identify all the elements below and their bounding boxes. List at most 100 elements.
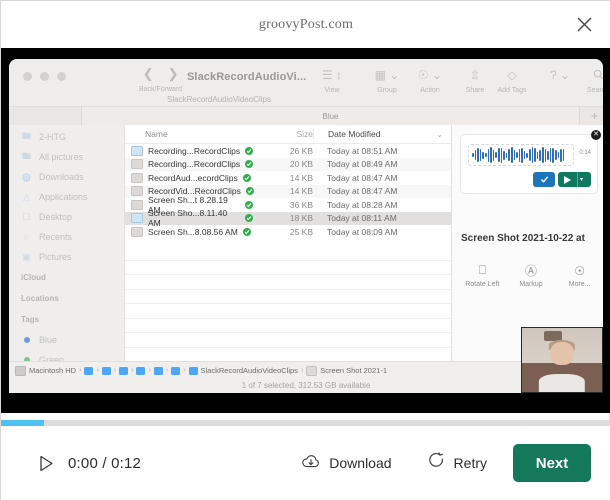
breadcrumb-separator: › bbox=[79, 367, 82, 374]
folder-icon[interactable] bbox=[101, 366, 111, 375]
toolbar-view-button[interactable]: ☰ ↕ View bbox=[309, 67, 355, 95]
folder-icon[interactable] bbox=[171, 366, 181, 375]
audio-confirm-button[interactable] bbox=[533, 172, 555, 187]
breadcrumb[interactable]: Macintosh HD › › › › › › › SlackRecordAu… bbox=[9, 361, 603, 379]
table-row[interactable]: Recording...RecordClips 20 KB Today at 0… bbox=[125, 157, 451, 171]
table-row[interactable]: Screen Sh...8.08.56 AM 25 KB Today at 08… bbox=[125, 225, 451, 239]
file-size: 25 KB bbox=[289, 226, 313, 237]
sidebar-item-label: Recents bbox=[39, 232, 73, 242]
sync-check-icon bbox=[242, 173, 251, 182]
sync-check-icon bbox=[245, 160, 254, 169]
finder-sidebar[interactable]: 🖿 2-HTG 🖿 All pictures ⓫ Downloads △ App… bbox=[9, 125, 124, 361]
toolbar-search-button[interactable]: Search bbox=[575, 67, 603, 94]
file-list-header: Name Size Date Modified ⌄ bbox=[125, 125, 451, 144]
markup-label: Markup bbox=[519, 281, 543, 288]
more-button[interactable]: ☉ More... bbox=[556, 263, 603, 289]
finder-tab-blue[interactable]: Blue bbox=[81, 107, 580, 126]
toolbar-search-label: Search bbox=[586, 87, 603, 94]
sidebar-item-desktop[interactable]: ☐ Desktop bbox=[9, 207, 124, 227]
file-date: Today at 08:51 AM bbox=[327, 145, 398, 156]
download-button[interactable]: Download bbox=[301, 452, 392, 475]
sidebar-item-applications[interactable]: △ Applications bbox=[9, 187, 124, 207]
sidebar-section-icloud: iCloud bbox=[21, 273, 46, 282]
empty-row bbox=[125, 288, 451, 304]
sidebar-item-downloads[interactable]: ⓫ Downloads bbox=[9, 167, 124, 187]
question-mark-icon: ? ⌄ bbox=[549, 67, 571, 82]
minimize-window-button[interactable] bbox=[40, 72, 49, 81]
page-title: groovyPost.com bbox=[258, 16, 354, 32]
refresh-icon bbox=[428, 452, 446, 474]
folder-icon[interactable] bbox=[119, 366, 129, 375]
toolbar-group-button[interactable]: ▦ ⌄ Group bbox=[364, 67, 410, 95]
next-label: Next bbox=[535, 454, 569, 472]
webcam-overlay[interactable] bbox=[521, 327, 603, 393]
ellipsis-circle-icon: ☉ ⌄ bbox=[417, 67, 443, 82]
table-row[interactable]: RecordAud...ecordClips 14 KB Today at 08… bbox=[125, 171, 451, 185]
search-icon bbox=[593, 67, 604, 82]
audio-clip-card[interactable]: ✕ 0:14 ▾ bbox=[460, 130, 601, 194]
file-name: Screen Sho...8.11.40 AM bbox=[148, 208, 228, 229]
breadcrumb-separator: › bbox=[300, 367, 304, 374]
file-icon bbox=[131, 226, 143, 237]
video-stage[interactable]: ❮ ❯ Back/Forward SlackRecordAudioVi... ☰… bbox=[1, 48, 610, 413]
sidebar-item-all-pictures[interactable]: 🖿 All pictures bbox=[9, 147, 124, 167]
back-forward-control[interactable]: ❮ ❯ Back/Forward bbox=[139, 67, 182, 94]
table-row[interactable]: Recording...RecordClips 26 KB Today at 0… bbox=[125, 144, 451, 158]
close-window-button[interactable] bbox=[23, 72, 32, 81]
markup-icon: Ⓐ bbox=[524, 264, 537, 278]
empty-rows-area bbox=[125, 259, 451, 362]
chevron-down-icon: ⌄ bbox=[436, 130, 443, 139]
more-label: More... bbox=[568, 281, 591, 288]
sidebar-item-2-htg[interactable]: 🖿 2-HTG bbox=[9, 127, 124, 147]
folder-icon[interactable] bbox=[153, 366, 163, 375]
table-row-selected[interactable]: Screen Sho...8.11.40 AM 18 KB Today at 0… bbox=[125, 208, 451, 228]
folder-icon[interactable] bbox=[136, 366, 146, 375]
next-button[interactable]: Next bbox=[513, 444, 591, 482]
file-icon bbox=[131, 159, 143, 170]
column-header-date-modified[interactable]: Date Modified ⌄ bbox=[313, 129, 451, 139]
applications-icon: △ bbox=[23, 191, 30, 202]
chevron-down-icon[interactable]: ▾ bbox=[580, 176, 583, 183]
toolbar-add-tags-button[interactable]: ◇ Add Tags bbox=[489, 67, 535, 95]
toolbar-add-tags-label: Add Tags bbox=[497, 87, 527, 94]
sync-check-icon bbox=[245, 146, 254, 155]
maximize-window-button[interactable] bbox=[57, 72, 66, 81]
share-icon: ⇫ bbox=[469, 67, 481, 82]
new-tab-button[interactable]: + bbox=[591, 110, 598, 122]
sync-check-icon bbox=[245, 214, 253, 223]
file-name: RecordAud...ecordClips bbox=[148, 172, 238, 183]
file-list-pane[interactable]: Name Size Date Modified ⌄ Recording...Re… bbox=[124, 125, 451, 361]
toolbar-share-label: Share bbox=[465, 87, 485, 94]
markup-button[interactable]: Ⓐ Markup bbox=[507, 263, 555, 288]
back-forward-arrows: ❮ ❯ bbox=[143, 67, 179, 81]
column-header-name[interactable]: Name bbox=[125, 129, 253, 139]
file-size: 14 KB bbox=[289, 186, 313, 197]
folder-icon[interactable] bbox=[188, 366, 198, 375]
close-icon[interactable] bbox=[571, 12, 597, 38]
back-icon[interactable]: ❮ bbox=[143, 67, 154, 81]
sidebar-item-label: Downloads bbox=[39, 172, 84, 182]
sidebar-item-label: Desktop bbox=[39, 212, 73, 222]
sidebar-item-recents[interactable]: ○ Recents bbox=[9, 227, 124, 247]
audio-send-button[interactable]: ▾ bbox=[558, 172, 591, 187]
toolbar-action-button[interactable]: ☉ ⌄ Action bbox=[407, 67, 453, 95]
file-name-cell: Screen Sho...8.11.40 AM bbox=[125, 208, 253, 228]
breadcrumb-item-label[interactable]: SlackRecordAudioVideoClips bbox=[201, 366, 298, 375]
breadcrumb-item-label[interactable]: Macintosh HD bbox=[29, 366, 76, 375]
retry-button[interactable]: Retry bbox=[428, 452, 487, 474]
sidebar-tag-blue[interactable]: Blue bbox=[9, 330, 124, 350]
forward-icon[interactable]: ❯ bbox=[168, 67, 179, 81]
folder-icon[interactable] bbox=[84, 366, 94, 375]
file-name: Recording...RecordClips bbox=[148, 145, 241, 156]
sidebar-tag-green[interactable]: Green bbox=[9, 350, 124, 361]
close-circle-icon[interactable]: ✕ bbox=[591, 130, 601, 140]
file-date: Today at 08:47 AM bbox=[327, 186, 398, 197]
empty-row bbox=[125, 259, 451, 275]
column-header-size[interactable]: Size bbox=[253, 129, 313, 139]
rotate-left-button[interactable]: ⎕ Rotate Left bbox=[458, 263, 506, 288]
play-button[interactable] bbox=[36, 453, 56, 473]
breadcrumb-item-label[interactable]: Screen Shot 2021-1 bbox=[320, 366, 387, 375]
finder-tab-label: Blue bbox=[322, 112, 339, 121]
sidebar-item-pictures[interactable]: ▣ Pictures bbox=[9, 247, 124, 267]
audio-waveform[interactable] bbox=[468, 144, 574, 166]
